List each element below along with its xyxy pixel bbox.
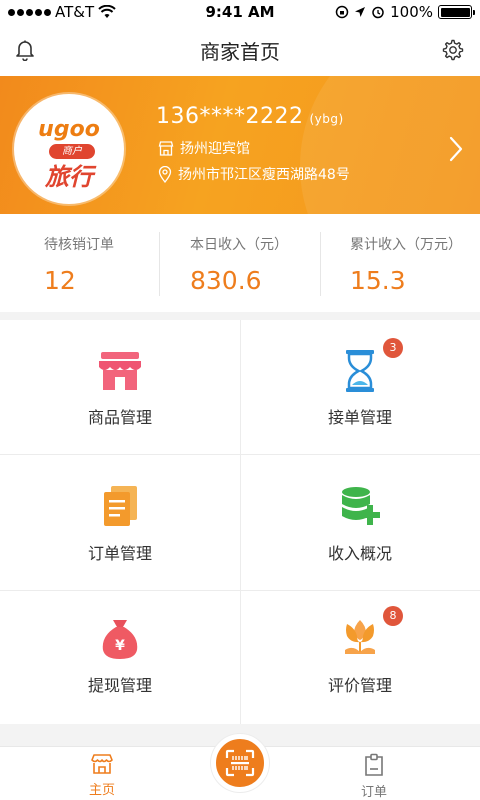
stats-panel: 待核销订单 12 本日收入（元） 830.6 累计收入（万元） 15.3 (0, 214, 480, 312)
merchant-logo: ugoo 商户 旅行 (14, 94, 124, 204)
menu-item-order-taking[interactable]: 3 接单管理 (240, 338, 480, 428)
scan-icon (225, 749, 255, 777)
tab-orders[interactable]: 订单 (334, 753, 414, 800)
menu-item-label: 提现管理 (87, 676, 152, 695)
menu-item-orders[interactable]: 订单管理 (0, 484, 240, 564)
navigation-bar: 商家首页 (0, 24, 480, 76)
grid-divider (0, 590, 480, 591)
status-bar: AT&T 9:41 AM 100% (0, 0, 480, 24)
battery-percent: 100% (390, 3, 433, 21)
battery-icon (438, 5, 475, 19)
flower-icon: 8 (335, 606, 403, 662)
svg-text:¥: ¥ (115, 638, 125, 654)
settings-button[interactable] (440, 37, 466, 63)
logo-text-top: ugoo (38, 117, 100, 142)
chevron-right-icon[interactable] (446, 134, 466, 164)
account-number: 136****2222 (156, 104, 304, 129)
stat-today-income[interactable]: 本日收入（元） 830.6 (146, 214, 306, 312)
menu-item-reviews[interactable]: 8 评价管理 (240, 606, 480, 696)
menu-grid: 商品管理 3 接单管理 订单管理 收入概况 ¥ 提现管理 8 评价管理 (0, 320, 480, 724)
money-bag-icon: ¥ (95, 616, 145, 662)
status-right: 100% (335, 3, 475, 21)
location-arrow-icon (355, 7, 366, 17)
stat-total-income[interactable]: 累计收入（万元） 15.3 (306, 214, 466, 312)
address-info: 扬州市邗江区瘦西湖路48号 (158, 164, 350, 184)
menu-item-label: 商品管理 (87, 408, 152, 427)
shop-address: 扬州市邗江区瘦西湖路48号 (178, 167, 350, 183)
hourglass-icon: 3 (335, 338, 403, 394)
stat-value: 15.3 (350, 266, 406, 295)
stat-value: 12 (44, 266, 76, 295)
stat-label: 累计收入（万元） (350, 237, 462, 253)
page-title: 商家首页 (200, 40, 280, 64)
menu-item-label: 订单管理 (87, 544, 152, 563)
account-tag: (ybg) (309, 112, 344, 126)
stat-pending-orders[interactable]: 待核销订单 12 (0, 214, 160, 312)
menu-item-products[interactable]: 商品管理 (0, 348, 240, 428)
tab-home[interactable]: 主页 (62, 753, 142, 798)
merchant-account: 136****2222 (ybg) (156, 104, 344, 129)
notification-badge: 3 (383, 338, 403, 358)
document-icon (95, 484, 145, 530)
menu-item-withdraw[interactable]: ¥ 提现管理 (0, 616, 240, 696)
clipboard-icon (365, 753, 383, 776)
orientation-lock-icon (335, 5, 349, 19)
stat-label: 待核销订单 (44, 237, 114, 253)
gear-icon (442, 39, 464, 61)
notification-badge: 8 (383, 606, 403, 626)
stat-label: 本日收入（元） (190, 237, 288, 253)
store-icon (158, 140, 174, 156)
menu-item-label: 评价管理 (327, 676, 392, 695)
shop-icon (95, 348, 145, 394)
shop-name: 扬州迎宾馆 (180, 141, 250, 157)
menu-item-label: 收入概况 (327, 544, 392, 563)
storefront-icon (91, 754, 113, 774)
logo-text-bottom: 旅行 (45, 163, 93, 191)
grid-divider (0, 454, 480, 455)
shop-info: 扬州迎宾馆 (158, 138, 250, 158)
menu-item-income[interactable]: 收入概况 (240, 484, 480, 564)
tab-home-label: 主页 (88, 783, 115, 798)
location-pin-icon (158, 165, 172, 183)
stat-value: 830.6 (190, 266, 262, 295)
scan-button[interactable] (211, 734, 269, 792)
tab-orders-label: 订单 (360, 785, 387, 800)
database-plus-icon (335, 484, 385, 530)
menu-item-label: 接单管理 (327, 408, 392, 427)
alarm-icon (372, 6, 384, 19)
